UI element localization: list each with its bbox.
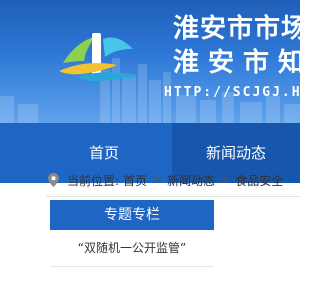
breadcrumb: 当前位置: 首页 > 新闻动态 > 食品安全 [48,168,283,192]
breadcrumb-divider [46,196,300,197]
breadcrumb-current[interactable]: 食品安全 [235,172,283,189]
breadcrumb-link-home[interactable]: 首页 [123,172,147,189]
breadcrumb-link-news[interactable]: 新闻动态 [167,172,215,189]
breadcrumb-prefix: 当前位置: [67,173,120,188]
site-url-text: HTTP://SCJGJ.H [164,85,300,100]
site-banner: 淮安市市场 淮安市知 HTTP://SCJGJ.H [0,0,300,123]
site-title-line2: 淮安市知 [173,48,300,78]
sidebar-item-double-random[interactable]: “双随机一公开监管” [50,230,214,267]
breadcrumb-separator: > [152,173,163,187]
site-title-line1: 淮安市市场 [173,14,300,44]
bureau-logo [59,33,139,81]
sidebar-heading: 专题专栏 [50,200,214,230]
location-pin-icon [48,173,59,187]
breadcrumb-separator: > [220,173,231,187]
